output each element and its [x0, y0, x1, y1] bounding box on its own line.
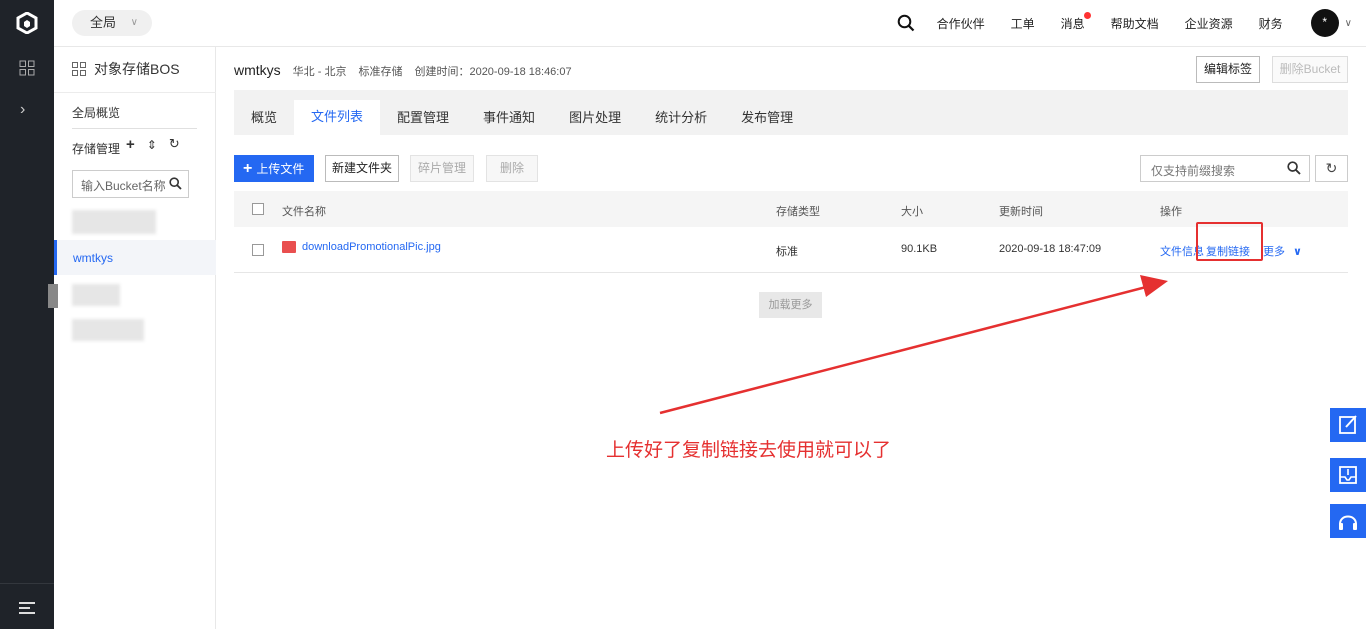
- inbox-icon: [1339, 466, 1357, 484]
- annotation-arrow: [659, 275, 1168, 415]
- inbox-button[interactable]: [1330, 458, 1366, 492]
- headset-icon: [1339, 515, 1357, 530]
- edit-icon: [1339, 415, 1357, 434]
- annotation-caption: 上传好了复制链接去使用就可以了: [606, 440, 892, 461]
- support-button[interactable]: [1330, 504, 1366, 538]
- feedback-button[interactable]: [1330, 408, 1366, 442]
